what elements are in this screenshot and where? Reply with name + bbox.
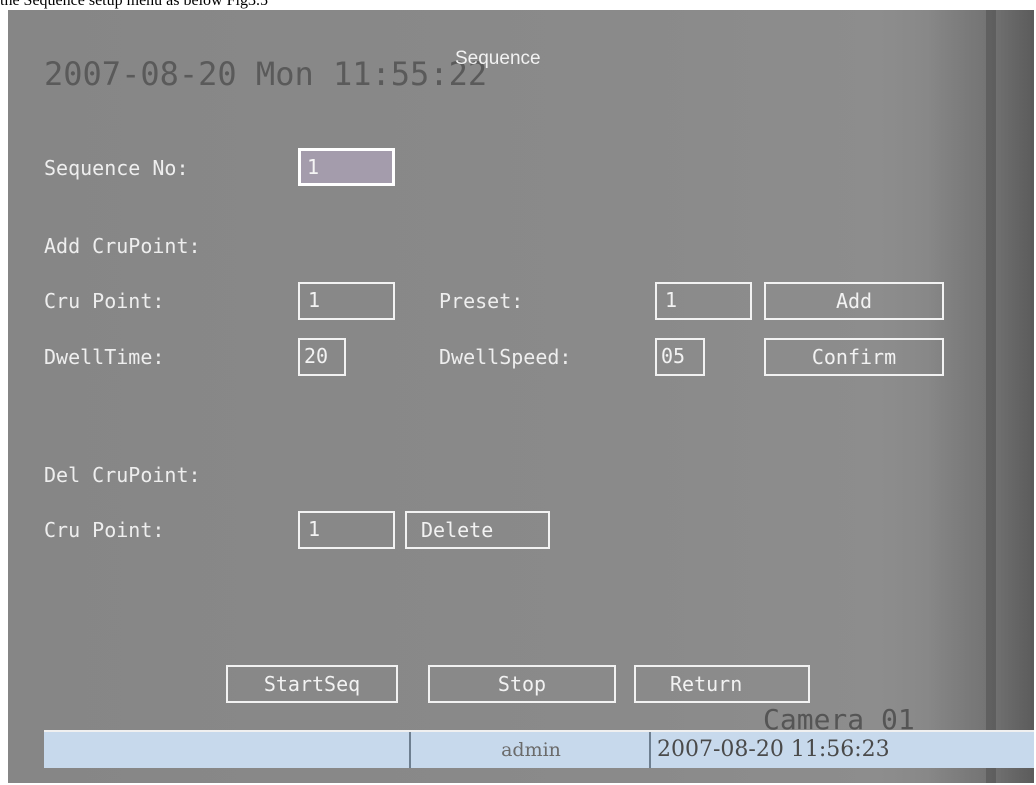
- status-bar: admin 2007-08-20 11:56:23: [44, 730, 1034, 768]
- add-cru-point-label: Cru Point:: [44, 289, 165, 313]
- dvr-osd-screen: 2007-08-20 Mon 11:55:22 Sequence Sequenc…: [8, 10, 1034, 783]
- sequence-no-label: Sequence No:: [44, 156, 189, 180]
- status-user: admin: [409, 732, 651, 768]
- menu-title: Sequence: [455, 48, 541, 69]
- start-sequence-button[interactable]: StartSeq: [226, 665, 398, 703]
- return-button[interactable]: Return: [634, 665, 810, 703]
- figure-caption: the Sequence setup menu as below Fig3.5: [0, 0, 268, 9]
- dwell-time-label: DwellTime:: [44, 345, 165, 369]
- del-cru-point-input[interactable]: 1: [298, 511, 395, 549]
- sequence-no-input[interactable]: 1: [298, 148, 395, 186]
- add-button[interactable]: Add: [764, 282, 944, 320]
- monitor-edge-line: [986, 10, 996, 783]
- dwell-time-input[interactable]: 20: [298, 338, 346, 376]
- add-cru-point-input[interactable]: 1: [298, 282, 395, 320]
- delete-button[interactable]: Delete: [405, 511, 550, 549]
- confirm-button[interactable]: Confirm: [764, 338, 944, 376]
- dwell-speed-label: DwellSpeed:: [439, 345, 572, 369]
- del-crupoint-heading: Del CruPoint:: [44, 463, 201, 487]
- preset-input[interactable]: 1: [655, 282, 752, 320]
- stop-button[interactable]: Stop: [428, 665, 616, 703]
- del-cru-point-label: Cru Point:: [44, 518, 165, 542]
- status-datetime: 2007-08-20 11:56:23: [649, 732, 1034, 768]
- osd-datetime: 2007-08-20 Mon 11:55:22: [44, 55, 488, 93]
- monitor-edge-shading: [926, 10, 1034, 783]
- dwell-speed-input[interactable]: 05: [655, 338, 705, 376]
- add-crupoint-heading: Add CruPoint:: [44, 234, 201, 258]
- preset-label: Preset:: [439, 289, 524, 313]
